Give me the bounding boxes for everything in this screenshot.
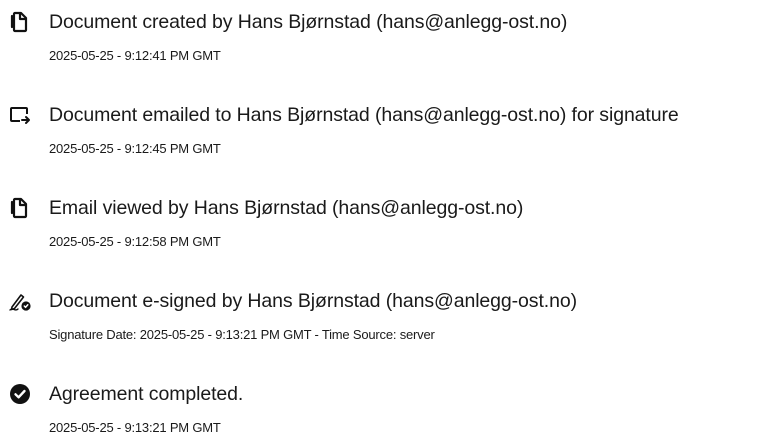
event-timestamp: 2025-05-25 - 9:12:45 PM GMT bbox=[49, 141, 221, 156]
event-title: Email viewed by Hans Bjørnstad (hans@anl… bbox=[49, 197, 524, 219]
event-title: Document created by Hans Bjørnstad (hans… bbox=[49, 11, 568, 33]
event-title: Agreement completed. bbox=[49, 383, 244, 405]
document-created-icon bbox=[8, 10, 32, 34]
event-timestamp: 2025-05-25 - 9:12:58 PM GMT bbox=[49, 234, 221, 249]
document-viewed-icon bbox=[8, 196, 32, 220]
event-timestamp: 2025-05-25 - 9:13:21 PM GMT bbox=[49, 420, 221, 435]
email-sent-icon bbox=[8, 103, 32, 127]
e-sign-pen-icon bbox=[8, 289, 32, 313]
event-signature-date: Signature Date: 2025-05-25 - 9:13:21 PM … bbox=[49, 327, 435, 342]
event-title: Document emailed to Hans Bjørnstad (hans… bbox=[49, 104, 679, 126]
event-timestamp: 2025-05-25 - 9:12:41 PM GMT bbox=[49, 48, 221, 63]
check-circle-icon bbox=[8, 382, 32, 406]
event-title: Document e-signed by Hans Bjørnstad (han… bbox=[49, 290, 577, 312]
